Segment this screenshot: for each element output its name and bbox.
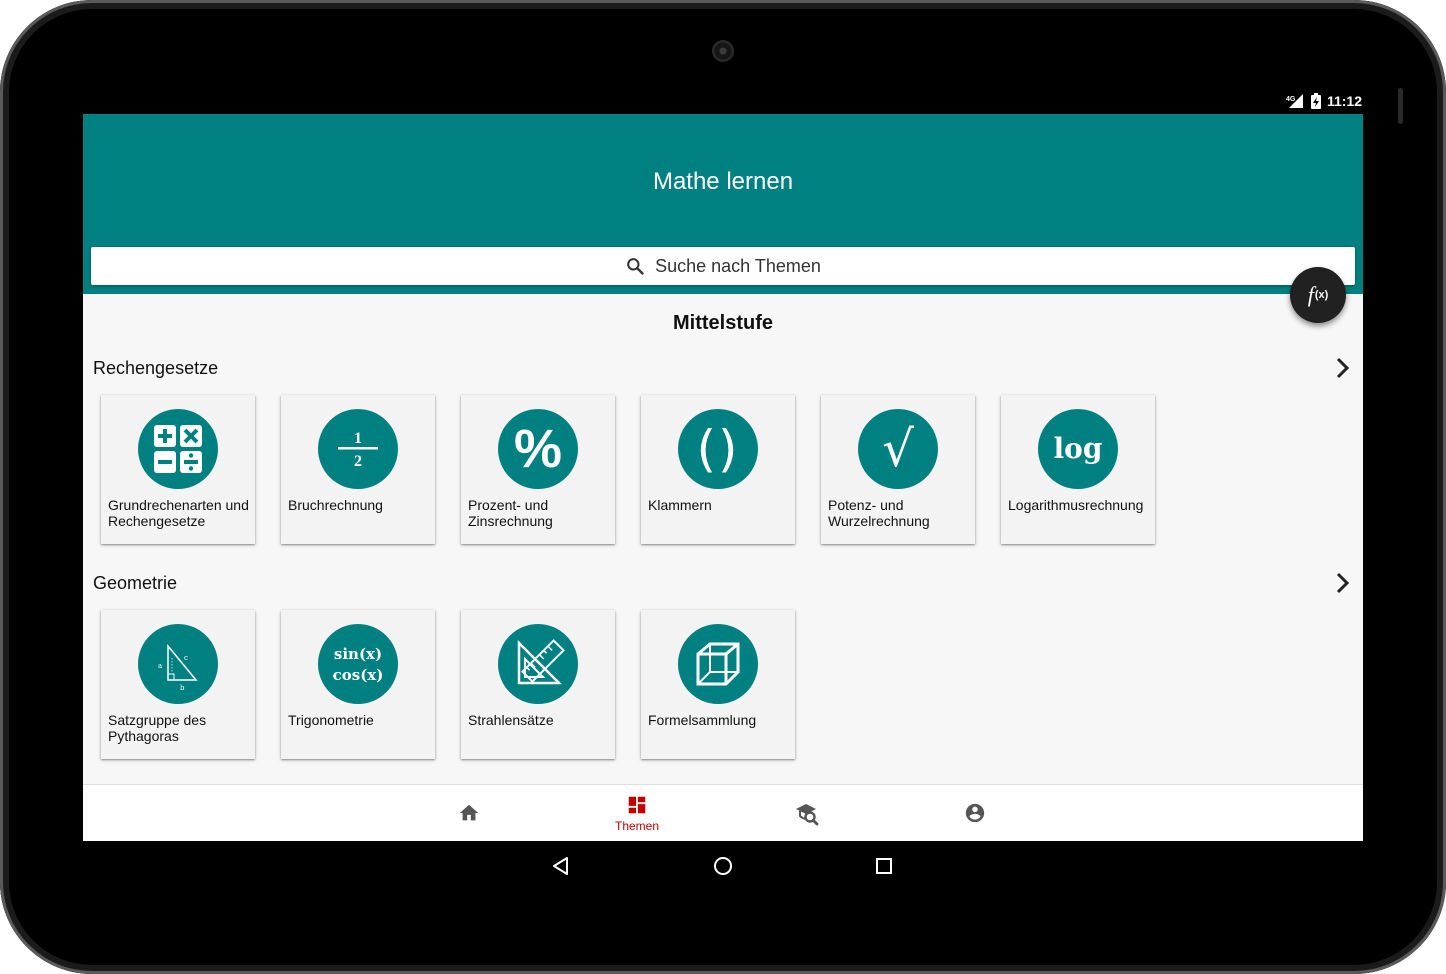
tile-icon-circle: sin(x) cos(x) (318, 624, 398, 704)
home-button[interactable] (708, 851, 738, 881)
function-icon: f (1307, 282, 1314, 307)
section-title: Rechengesetze (93, 357, 219, 378)
tile-icon-circle (138, 409, 218, 489)
system-navigation-bar (83, 841, 1363, 889)
tile-trigonometrie[interactable]: sin(x) cos(x) Trigonometrie (281, 610, 435, 759)
svg-text:c: c (184, 654, 188, 662)
recents-square-icon (876, 858, 892, 874)
svg-text:2: 2 (354, 453, 362, 470)
home-icon (459, 804, 479, 821)
bottom-navigation: Themen (83, 785, 1363, 841)
set-square-ruler-icon (517, 639, 565, 685)
search-icon (627, 258, 644, 275)
svg-text:b: b (180, 684, 185, 692)
tile-bruchrechnung[interactable]: 1 2 Bruchrechnung (281, 395, 435, 544)
hardware-button (1398, 88, 1403, 124)
tile-icon-circle: () (678, 409, 758, 489)
signal-icon: 4G (1286, 94, 1303, 108)
tile-label: Logarithmusrechnung (1008, 497, 1144, 513)
tile-icon-circle: % (498, 409, 578, 489)
right-triangle-icon: a c b (158, 643, 198, 692)
chevron-right-icon[interactable] (1333, 571, 1353, 595)
log-icon: log (1053, 432, 1103, 465)
tile-label: Formelsammlung (648, 712, 757, 728)
tile-formelsammlung[interactable]: Formelsammlung (641, 610, 795, 759)
chevron-right-icon[interactable] (1333, 356, 1353, 380)
tile-logarithmusrechnung[interactable]: log Logarithmusrechnung (1001, 395, 1155, 544)
tile-klammern[interactable]: () Klammern (641, 395, 795, 544)
home-circle-icon (714, 857, 732, 875)
tile-icon-circle: log (1038, 409, 1118, 489)
tile-icon-circle: 1 2 (318, 409, 398, 489)
back-triangle-icon (553, 857, 568, 875)
svg-text:a: a (158, 662, 162, 670)
svg-text:sin(x): sin(x) (334, 645, 382, 663)
status-time: 11:12 (1326, 93, 1362, 109)
nav-item-quiz[interactable] (747, 785, 867, 841)
app-title: Mathe lernen (652, 168, 794, 195)
percent-icon: % (513, 419, 562, 479)
search-placeholder: Suche nach Themen (655, 255, 821, 276)
square-root-icon: √ (882, 420, 914, 478)
level-title: Mittelstufe (673, 312, 773, 334)
nav-item-home[interactable] (409, 785, 529, 841)
back-button[interactable] (546, 851, 576, 881)
nav-item-themen[interactable]: Themen (577, 785, 697, 841)
formula-fab-button[interactable]: f (x) (1290, 267, 1346, 323)
nav-item-profile[interactable] (915, 785, 1035, 841)
svg-text:cos(x): cos(x) (333, 666, 384, 684)
nav-label-themen: Themen (614, 818, 660, 833)
tile-icon-circle: √ (858, 409, 938, 489)
account-circle-icon (965, 803, 985, 823)
sin-cos-icon: sin(x) cos(x) (333, 645, 384, 684)
tile-prozentrechnung[interactable]: % Prozent- und Zinsrechnung (461, 395, 615, 544)
svg-text:1: 1 (354, 430, 362, 447)
tile-strahlensaetze[interactable]: Strahlensätze (461, 610, 615, 759)
tile-label: Potenz- und Wurzelrechnung (828, 497, 930, 529)
front-camera (712, 40, 734, 62)
tile-label: Prozent- und Zinsrechnung (468, 497, 553, 529)
tile-pythagoras[interactable]: a c b Satzgruppe des Pythagoras (101, 610, 255, 759)
battery-charging-icon (1310, 93, 1321, 109)
function-icon-arg: (x) (1314, 289, 1329, 301)
status-bar: 4G 11:12 (1262, 91, 1362, 111)
tile-label: Trigonometrie (288, 712, 374, 728)
tile-icon-circle: a c b (138, 624, 218, 704)
section-header-geometrie[interactable]: Geometrie (93, 568, 1353, 598)
fraction-icon: 1 2 (338, 430, 378, 470)
parentheses-icon: () (696, 420, 740, 478)
svg-text:4G: 4G (1286, 96, 1296, 103)
app-screen: Mathe lernen Suche nach Themen f (x) Mitt… (83, 114, 1363, 841)
tile-grundrechenarten[interactable]: Grundrechenarten und Rechengesetze (101, 395, 255, 544)
tile-icon-circle (678, 624, 758, 704)
arithmetic-operators-icon (154, 425, 202, 473)
recents-button[interactable] (869, 851, 899, 881)
section-header-rechengesetze[interactable]: Rechengesetze (93, 353, 1353, 383)
tile-label: Strahlensätze (468, 712, 554, 728)
dashboard-icon (628, 796, 646, 813)
tile-label: Bruchrechnung (288, 497, 383, 513)
tile-icon-circle (498, 624, 578, 704)
tile-label: Grundrechenarten und Rechengesetze (108, 497, 249, 529)
tablet-frame: 4G 11:12 Mathe lernen Suche nach Themen … (0, 0, 1446, 974)
section-title: Geometrie (93, 572, 178, 593)
tile-label: Klammern (648, 497, 712, 513)
cube-icon (696, 642, 740, 686)
graduation-search-icon (796, 804, 819, 826)
tile-label: Satzgruppe des Pythagoras (108, 712, 207, 744)
tile-potenzrechnung[interactable]: √ Potenz- und Wurzelrechnung (821, 395, 975, 544)
search-bar[interactable]: Suche nach Themen (91, 247, 1355, 285)
